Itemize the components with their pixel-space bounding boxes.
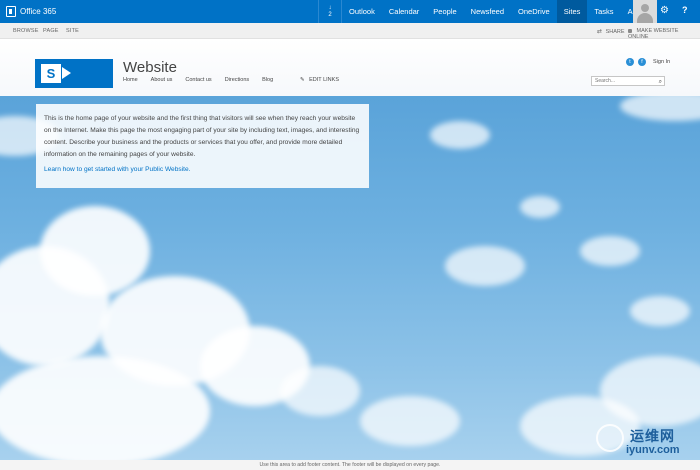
top-nav-blog[interactable]: Blog — [262, 77, 273, 83]
cloud — [280, 366, 360, 416]
suite-nav-sites[interactable]: Sites — [556, 0, 588, 23]
notifications-button[interactable]: ↓ 2 — [318, 0, 342, 23]
office365-brand[interactable]: Office 365 — [0, 0, 318, 23]
sharepoint-logo[interactable]: S — [35, 59, 113, 88]
share-button[interactable]: ⇄ SHARE — [597, 28, 625, 35]
cloud — [430, 121, 490, 149]
tab-page[interactable]: PAGE — [43, 28, 59, 34]
cloud — [620, 96, 700, 121]
intro-text: This is the home page of your website an… — [44, 115, 360, 158]
cloud — [630, 296, 690, 326]
avatar[interactable] — [633, 0, 657, 23]
cloud — [360, 396, 460, 446]
watermark-logo-icon — [596, 424, 624, 452]
edit-links-label: EDIT LINKS — [309, 77, 339, 83]
avatar-body — [637, 13, 653, 23]
cloud — [520, 196, 560, 218]
footer: Use this area to add footer content. The… — [0, 460, 700, 470]
site-header: S Website Home About us Contact us Direc… — [0, 39, 700, 96]
search-input[interactable] — [595, 77, 655, 85]
watermark-cn: 运维网 — [630, 428, 675, 444]
site-title[interactable]: Website — [123, 59, 177, 76]
getting-started-link[interactable]: Learn how to get started with your Publi… — [44, 166, 190, 173]
help-icon[interactable]: ? — [682, 5, 688, 15]
share-label: SHARE — [605, 29, 625, 35]
suite-nav-outlook[interactable]: Outlook — [342, 0, 382, 23]
sharepoint-arrow-icon — [62, 67, 71, 79]
suite-nav-newsfeed[interactable]: Newsfeed — [464, 0, 511, 23]
top-nav-about-us[interactable]: About us — [151, 77, 173, 83]
top-nav-directions[interactable]: Directions — [225, 77, 249, 83]
watermark: 运维网 iyunv.com — [596, 418, 700, 460]
tab-browse[interactable]: BROWSE — [13, 28, 39, 34]
top-nav: Home About us Contact us Directions Blog — [123, 77, 286, 83]
office-logo-icon — [6, 6, 16, 17]
share-icon: ⇄ — [597, 29, 603, 35]
intro-panel: This is the home page of your website an… — [36, 104, 369, 188]
twitter-icon[interactable]: t — [626, 58, 634, 66]
notifications-arrow-icon: ↓ — [328, 4, 332, 11]
cloud — [445, 246, 525, 286]
cloud — [0, 356, 210, 460]
ribbon: BROWSE PAGE SITE ⇄ SHARE MAKE WEBSITE ON… — [0, 23, 700, 40]
suite-nav: Outlook Calendar People Newsfeed OneDriv… — [342, 0, 662, 23]
social-links: t f Sign In — [626, 58, 670, 66]
gear-icon[interactable]: ⚙ — [660, 5, 669, 16]
suite-nav-calendar[interactable]: Calendar — [382, 0, 426, 23]
office365-label: Office 365 — [20, 7, 57, 16]
facebook-icon[interactable]: f — [638, 58, 646, 66]
search-box: ⌕ — [591, 76, 665, 86]
pencil-icon: ✎ — [300, 77, 305, 83]
top-nav-home[interactable]: Home — [123, 77, 138, 83]
edit-links-button[interactable]: ✎ EDIT LINKS — [300, 77, 339, 83]
tab-site[interactable]: SITE — [66, 28, 79, 34]
notifications-count: 2 — [328, 11, 332, 18]
cloud — [40, 206, 150, 296]
sign-in-link[interactable]: Sign In — [653, 59, 670, 65]
suite-bar: Office 365 ↓ 2 Outlook Calendar People N… — [0, 0, 700, 23]
top-nav-contact-us[interactable]: Contact us — [185, 77, 211, 83]
cloud — [580, 236, 640, 266]
sharepoint-logo-letter: S — [41, 64, 61, 83]
avatar-head — [641, 4, 649, 12]
watermark-url: iyunv.com — [626, 444, 680, 456]
suite-nav-tasks[interactable]: Tasks — [587, 0, 620, 23]
search-icon[interactable]: ⌕ — [659, 78, 662, 86]
lock-icon — [628, 28, 632, 33]
suite-nav-onedrive[interactable]: OneDrive — [511, 0, 557, 23]
suite-nav-people[interactable]: People — [426, 0, 463, 23]
